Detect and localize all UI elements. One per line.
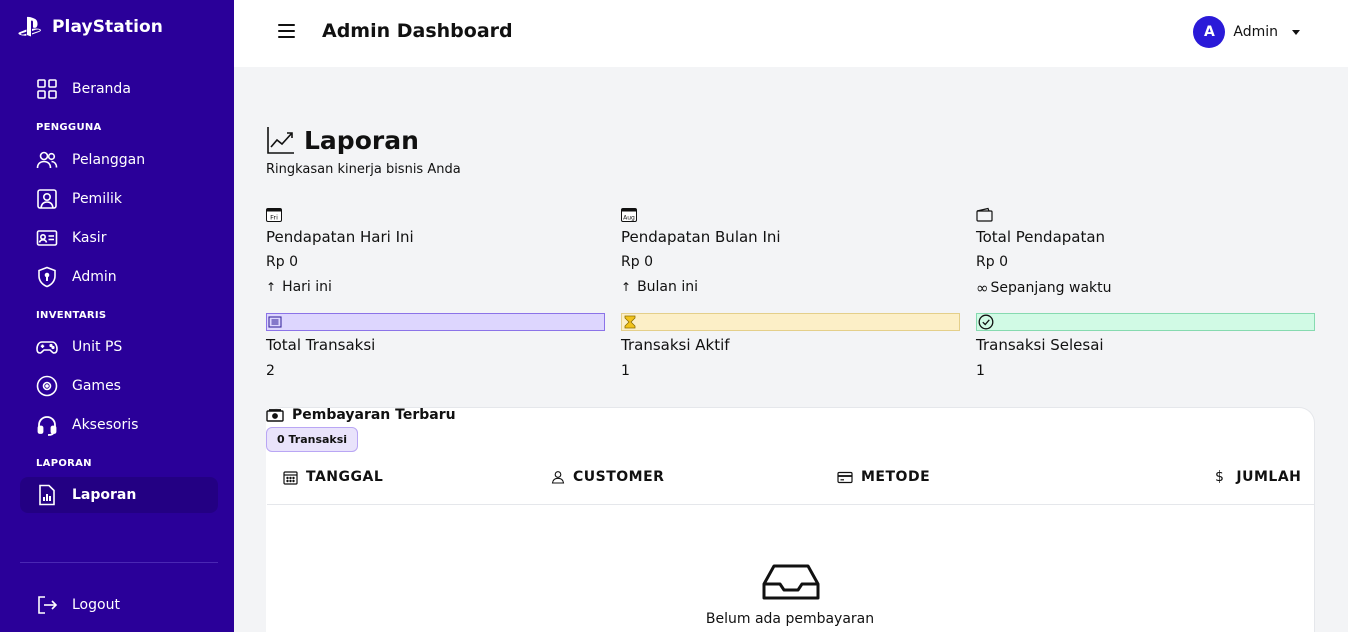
playstation-logo-icon — [18, 16, 41, 37]
stat-value: 1 — [976, 363, 985, 379]
column-header-jumlah[interactable]: $ JUMLAH — [1215, 465, 1301, 489]
column-header-metode[interactable]: METODE — [837, 465, 930, 489]
sidebar-item-label: Kasir — [72, 230, 107, 246]
stat-label: Transaksi Selesai — [976, 336, 1104, 354]
sidebar-item-label: Unit PS — [72, 339, 123, 355]
stat-value: 1 — [621, 363, 630, 379]
stat-note: ↑ Hari ini — [266, 279, 332, 295]
wallet-icon — [976, 207, 993, 222]
stat-bar — [976, 313, 1315, 331]
grid-icon — [37, 79, 57, 99]
user-icon — [551, 471, 565, 484]
sidebar-item-beranda[interactable]: Beranda — [20, 71, 218, 107]
user-name: Admin — [1233, 24, 1278, 40]
hourglass-icon — [624, 315, 636, 329]
disc-icon — [36, 375, 58, 397]
arrow-up-icon: ↑ — [621, 280, 632, 294]
sidebar-item-aksesoris[interactable]: Aksesoris — [20, 407, 218, 443]
stat-note: ∞ Sepanjang waktu — [976, 279, 1112, 297]
avatar: A — [1193, 16, 1226, 48]
sidebar-item-label: Admin — [72, 269, 117, 285]
stat-note: ↑ Bulan ini — [621, 279, 698, 295]
report-subtitle: Ringkasan kinerja bisnis Anda — [266, 162, 461, 177]
inbox-icon — [762, 564, 820, 600]
sidebar: PlayStation Beranda PENGGUNA Pelanggan P… — [0, 0, 234, 632]
arrow-up-icon: ↑ — [266, 280, 277, 294]
receipt-icon — [268, 316, 282, 328]
stat-value: Rp 0 — [266, 254, 298, 270]
topbar: Admin Dashboard A Admin — [234, 0, 1348, 67]
stat-label: Pendapatan Bulan Ini — [621, 228, 781, 246]
report-chart-icon — [39, 484, 55, 506]
svg-text:Fri: Fri — [270, 213, 278, 221]
sidebar-item-unit-ps[interactable]: Unit PS — [20, 329, 218, 365]
section-label-pengguna: PENGGUNA — [36, 122, 102, 133]
id-card-icon — [36, 230, 58, 246]
caret-down-icon — [1292, 29, 1300, 35]
infinity-icon: ∞ — [976, 279, 989, 297]
logout-label: Logout — [72, 597, 120, 613]
sidebar-item-admin[interactable]: Admin — [20, 259, 218, 295]
brand-name: PlayStation — [52, 17, 163, 37]
sidebar-item-label: Beranda — [72, 81, 131, 97]
stat-bar — [266, 313, 605, 331]
shield-user-icon — [38, 266, 56, 288]
stat-card-today: Fri Pendapatan Hari Ini Rp 0 ↑ Hari ini — [266, 206, 606, 295]
stat-label: Pendapatan Hari Ini — [266, 228, 414, 246]
report-title: Laporan — [304, 125, 419, 155]
column-header-tanggal[interactable]: TANGGAL — [283, 465, 383, 489]
payments-title: Pembayaran Terbaru — [266, 407, 456, 423]
section-label-inventaris: INVENTARIS — [36, 310, 107, 321]
sidebar-item-pemilik[interactable]: Pemilik — [20, 181, 218, 217]
stat-bar — [621, 313, 960, 331]
sidebar-item-label: Pelanggan — [72, 152, 146, 168]
table-header: TANGGAL CUSTOMER METODE $ JUMLAH — [267, 465, 1314, 505]
calendar-day-icon: Fri — [266, 207, 282, 222]
stat-card-active-transactions: Transaksi Aktif 1 — [621, 313, 961, 379]
report-heading: Laporan — [266, 125, 419, 155]
sidebar-item-games[interactable]: Games — [20, 368, 218, 404]
stat-value: Rp 0 — [976, 254, 1008, 270]
logout-icon — [38, 596, 58, 614]
stat-card-total-transactions: Total Transaksi 2 — [266, 313, 606, 379]
user-menu[interactable]: A Admin — [1193, 16, 1300, 48]
stat-label: Total Transaksi — [266, 336, 376, 354]
column-header-customer[interactable]: CUSTOMER — [551, 465, 664, 489]
calendar-icon — [283, 470, 298, 485]
empty-state-text: Belum ada pembayaran — [705, 611, 875, 627]
dollar-icon: $ — [1215, 469, 1225, 485]
calendar-month-icon: Aug — [621, 207, 637, 222]
stat-value: Rp 0 — [621, 254, 653, 270]
stat-card-completed-transactions: Transaksi Selesai 1 — [976, 313, 1316, 379]
stat-label: Transaksi Aktif — [621, 336, 730, 354]
cash-icon — [266, 408, 284, 422]
sidebar-item-label: Pemilik — [72, 191, 122, 207]
gamepad-icon — [36, 341, 58, 354]
users-icon — [36, 151, 58, 169]
page-title: Admin Dashboard — [322, 20, 513, 42]
sidebar-item-label: Games — [72, 378, 121, 394]
stat-card-month: Aug Pendapatan Bulan Ini Rp 0 ↑ Bulan in… — [621, 206, 961, 295]
sidebar-item-label: Laporan — [72, 487, 137, 503]
menu-toggle-icon[interactable] — [278, 24, 295, 38]
transaction-count-badge: 0 Transaksi — [266, 427, 359, 452]
stat-value: 2 — [266, 363, 275, 379]
sidebar-item-label: Aksesoris — [72, 417, 139, 433]
sidebar-item-laporan[interactable]: Laporan — [20, 477, 218, 513]
section-label-laporan: LAPORAN — [36, 458, 92, 469]
brand[interactable]: PlayStation — [18, 16, 163, 38]
headphones-icon — [37, 416, 57, 436]
logout-button[interactable]: Logout — [20, 587, 218, 623]
sidebar-item-pelanggan[interactable]: Pelanggan — [20, 142, 218, 178]
main-content: Laporan Ringkasan kinerja bisnis Anda Fr… — [234, 67, 1348, 632]
user-square-icon — [37, 189, 57, 209]
stat-card-total: Total Pendapatan Rp 0 ∞ Sepanjang waktu — [976, 206, 1316, 297]
trend-chart-icon — [267, 127, 294, 154]
svg-text:Aug: Aug — [623, 214, 635, 221]
credit-card-icon — [837, 471, 853, 483]
check-circle-icon — [978, 314, 994, 330]
stat-label: Total Pendapatan — [976, 228, 1106, 246]
sidebar-item-kasir[interactable]: Kasir — [20, 220, 218, 256]
sidebar-divider — [20, 562, 218, 563]
